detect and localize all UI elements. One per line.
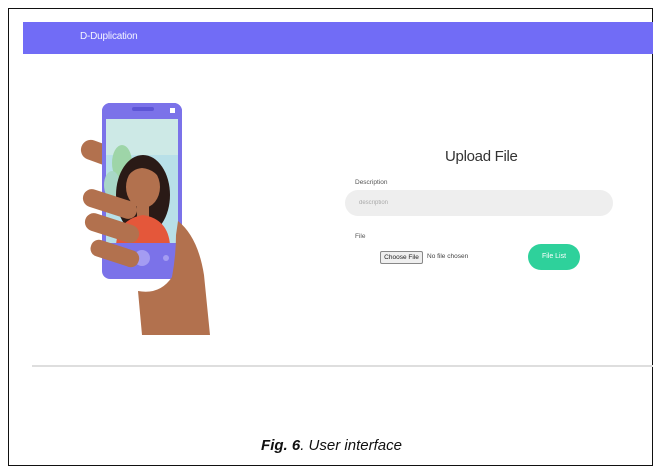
page-divider — [32, 365, 653, 367]
hand-holding-phone-illustration — [60, 95, 210, 350]
figure-caption: Fig. 6. User interface — [0, 437, 663, 454]
figure-caption-text: . User interface — [300, 437, 402, 454]
description-label: Description — [355, 179, 388, 186]
navbar: D-Duplication — [23, 22, 653, 54]
description-input[interactable] — [345, 190, 613, 216]
choose-file-button[interactable]: Choose File — [380, 251, 423, 264]
file-list-button[interactable]: File List — [528, 244, 580, 270]
brand-title[interactable]: D-Duplication — [80, 31, 138, 42]
upload-file-title: Upload File — [445, 148, 518, 165]
file-label: File — [355, 233, 366, 240]
figure-number: Fig. 6 — [261, 437, 301, 454]
no-file-chosen-text: No file chosen — [427, 253, 469, 260]
